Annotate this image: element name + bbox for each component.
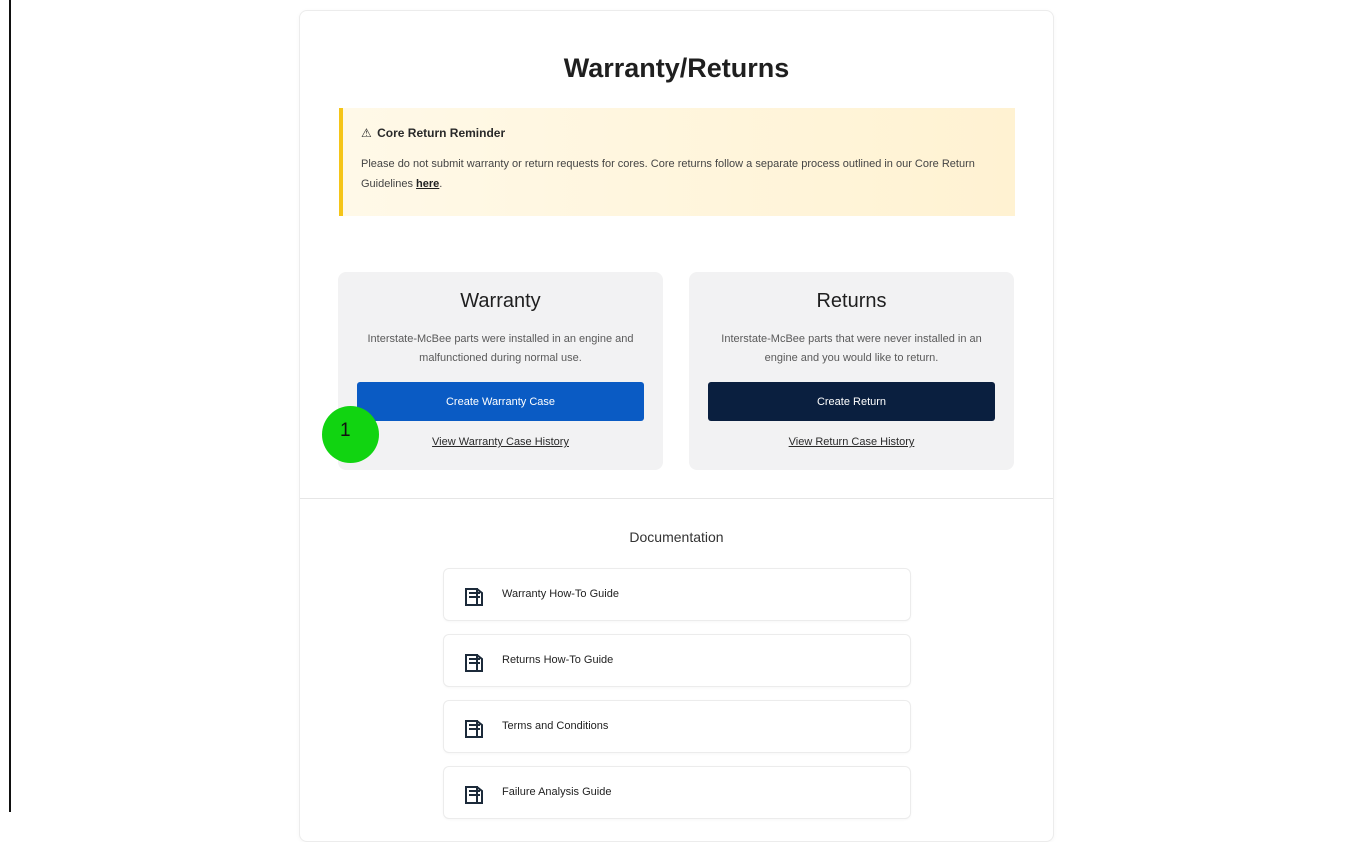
doc-item-failure-analysis-guide[interactable]: Failure Analysis Guide	[443, 766, 911, 819]
alert-body-text: Please do not submit warranty or return …	[361, 158, 975, 190]
core-return-guidelines-link[interactable]: here	[416, 178, 439, 190]
window-edge-line	[9, 0, 11, 812]
returns-description: Interstate-McBee parts that were never i…	[721, 333, 982, 364]
document-icon	[465, 588, 483, 606]
warranty-description: Interstate-McBee parts were installed in…	[367, 333, 634, 364]
create-warranty-case-button[interactable]: Create Warranty Case	[357, 382, 644, 421]
document-icon	[465, 654, 483, 672]
doc-item-label: Terms and Conditions	[502, 720, 609, 732]
alert-title: Core Return Reminder	[377, 126, 506, 140]
doc-item-label: Warranty How-To Guide	[502, 588, 619, 600]
returns-panel: Returns Interstate-McBee parts that were…	[689, 272, 1014, 470]
doc-item-warranty-how-to-guide[interactable]: Warranty How-To Guide	[443, 568, 911, 621]
page-title: Warranty/Returns	[563, 53, 790, 83]
create-return-button[interactable]: Create Return	[708, 382, 995, 421]
document-icon	[465, 786, 483, 804]
documentation-list: Warranty How-To Guide Returns How-To Gui…	[443, 568, 911, 832]
section-divider	[300, 498, 1053, 499]
alert-body: Please do not submit warranty or return …	[361, 154, 999, 194]
annotation-marker: 1	[322, 406, 379, 463]
returns-title: Returns	[816, 290, 887, 312]
alert-title-row: ⚠ Core Return Reminder	[361, 126, 999, 140]
doc-item-label: Returns How-To Guide	[502, 654, 614, 666]
core-return-alert: ⚠ Core Return Reminder Please do not sub…	[339, 108, 1015, 216]
doc-item-returns-how-to-guide[interactable]: Returns How-To Guide	[443, 634, 911, 687]
warranty-title: Warranty	[460, 290, 541, 312]
document-icon	[465, 720, 483, 738]
documentation-heading: Documentation	[629, 529, 724, 545]
view-return-case-history-link[interactable]: View Return Case History	[689, 436, 1014, 448]
view-warranty-case-history-link[interactable]: View Warranty Case History	[338, 436, 663, 448]
warning-icon: ⚠	[361, 126, 372, 140]
doc-item-label: Failure Analysis Guide	[502, 786, 612, 798]
alert-body-end: .	[439, 178, 443, 190]
doc-item-terms-and-conditions[interactable]: Terms and Conditions	[443, 700, 911, 753]
warranty-returns-card: Warranty/Returns ⚠ Core Return Reminder …	[299, 10, 1054, 842]
warranty-panel: Warranty Interstate-McBee parts were ins…	[338, 272, 663, 470]
